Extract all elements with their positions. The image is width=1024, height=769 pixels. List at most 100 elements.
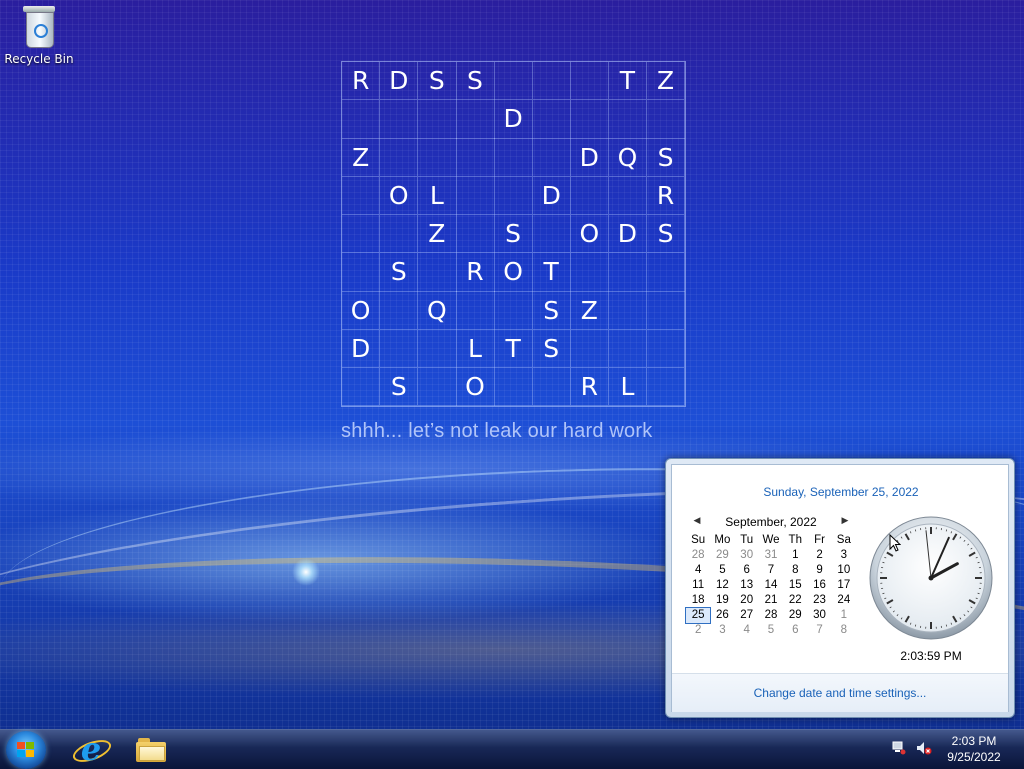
calendar-day[interactable]: 31 — [759, 548, 783, 563]
calendar-day[interactable]: 6 — [783, 623, 807, 638]
calendar-day[interactable]: 10 — [832, 563, 856, 578]
puzzle-cell — [571, 253, 609, 291]
change-date-time-settings-link[interactable]: Change date and time settings... — [672, 686, 1008, 700]
puzzle-cell: D — [609, 215, 647, 253]
puzzle-cell — [571, 177, 609, 215]
taskbar-time: 2:03 PM — [938, 733, 1010, 749]
calendar-day[interactable]: 1 — [783, 548, 807, 563]
network-icon[interactable] — [892, 741, 906, 755]
calendar-day[interactable]: 11 — [686, 578, 710, 593]
puzzle-cell: L — [418, 177, 456, 215]
calendar-day[interactable]: 15 — [783, 578, 807, 593]
calendar-day[interactable]: 20 — [735, 593, 759, 608]
calendar-day[interactable]: 9 — [807, 563, 831, 578]
calendar-day[interactable]: 7 — [807, 623, 831, 638]
puzzle-caption: shhh... let’s not leak our hard work — [341, 420, 701, 443]
puzzle-cell: R — [571, 368, 609, 406]
puzzle-cell — [494, 62, 532, 100]
calendar-month-label[interactable]: September, 2022 — [725, 515, 816, 529]
calendar-day[interactable]: 30 — [735, 548, 759, 563]
calendar-day[interactable]: 30 — [807, 608, 831, 623]
puzzle-cell — [342, 253, 380, 291]
puzzle-cell — [494, 291, 532, 329]
weekday-label: Su — [686, 533, 710, 548]
puzzle-cell — [609, 330, 647, 368]
puzzle-cell — [533, 62, 571, 100]
puzzle-cell — [494, 368, 532, 406]
puzzle-cell: T — [609, 62, 647, 100]
calendar-day[interactable]: 6 — [735, 563, 759, 578]
calendar-day[interactable]: 22 — [783, 593, 807, 608]
weekday-label: Mo — [710, 533, 734, 548]
calendar-day[interactable]: 29 — [783, 608, 807, 623]
calendar-day[interactable]: 16 — [807, 578, 831, 593]
calendar-day[interactable]: 2 — [807, 548, 831, 563]
puzzle-cell — [342, 215, 380, 253]
calendar-day[interactable]: 8 — [783, 563, 807, 578]
puzzle-cell — [418, 330, 456, 368]
calendar-day[interactable]: 18 — [686, 593, 710, 608]
puzzle-cell: O — [494, 253, 532, 291]
calendar-day[interactable]: 3 — [832, 548, 856, 563]
taskbar-file-explorer-button[interactable] — [122, 732, 180, 767]
windows-start-icon[interactable] — [6, 731, 46, 769]
puzzle-cell — [571, 62, 609, 100]
mouse-cursor-icon — [889, 534, 901, 552]
puzzle-cell — [571, 100, 609, 138]
puzzle-cell: Z — [342, 138, 380, 176]
chevron-left-icon[interactable]: ◀ — [690, 515, 704, 529]
calendar-day[interactable]: 13 — [735, 578, 759, 593]
calendar-day[interactable]: 4 — [686, 563, 710, 578]
puzzle-cell — [494, 138, 532, 176]
puzzle-cell — [647, 368, 685, 406]
volume-muted-icon[interactable] — [916, 741, 932, 755]
puzzle-cell: R — [342, 62, 380, 100]
calendar-day[interactable]: 28 — [759, 608, 783, 623]
calendar-day[interactable]: 26 — [710, 608, 734, 623]
calendar-day[interactable]: 1 — [832, 608, 856, 623]
digital-time: 2:03:59 PM — [868, 649, 994, 663]
calendar-day-today[interactable]: 25 — [686, 608, 710, 623]
weekday-label: Tu — [735, 533, 759, 548]
puzzle-cell — [342, 177, 380, 215]
calendar-day[interactable]: 29 — [710, 548, 734, 563]
calendar: ◀ September, 2022 ▶ SuMoTuWeThFrSa 28293… — [686, 515, 856, 638]
puzzle-cell — [609, 253, 647, 291]
calendar-week-row: 28293031123 — [686, 548, 856, 563]
calendar-day[interactable]: 2 — [686, 623, 710, 638]
puzzle-cell — [609, 100, 647, 138]
calendar-day[interactable]: 3 — [710, 623, 734, 638]
calendar-day[interactable]: 17 — [832, 578, 856, 593]
internet-explorer-icon: e — [76, 734, 106, 764]
calendar-day[interactable]: 5 — [759, 623, 783, 638]
calendar-day[interactable]: 8 — [832, 623, 856, 638]
puzzle-cell — [533, 215, 571, 253]
puzzle-cell — [380, 100, 418, 138]
calendar-day[interactable]: 14 — [759, 578, 783, 593]
calendar-day[interactable]: 23 — [807, 593, 831, 608]
calendar-day[interactable]: 27 — [735, 608, 759, 623]
desktop-icon-recycle-bin[interactable]: Recycle Bin — [4, 6, 74, 66]
puzzle-cell — [342, 100, 380, 138]
calendar-day[interactable]: 28 — [686, 548, 710, 563]
puzzle-cell: T — [494, 330, 532, 368]
calendar-day[interactable]: 12 — [710, 578, 734, 593]
taskbar-internet-explorer-button[interactable]: e — [60, 732, 118, 767]
puzzle-cell — [456, 291, 494, 329]
full-date-link[interactable]: Sunday, September 25, 2022 — [672, 485, 1010, 499]
calendar-week-row: 45678910 — [686, 563, 856, 578]
taskbar-clock[interactable]: 2:03 PM 9/25/2022 — [938, 733, 1010, 765]
calendar-day[interactable]: 4 — [735, 623, 759, 638]
calendar-day[interactable]: 19 — [710, 593, 734, 608]
puzzle-cell: L — [609, 368, 647, 406]
analog-clock — [868, 515, 994, 641]
letter-puzzle-grid: RDSSTZDZDQSOLDRZSODSSROTOQSZDLTSSORL — [341, 61, 686, 407]
weekday-label: We — [759, 533, 783, 548]
puzzle-cell: S — [418, 62, 456, 100]
chevron-right-icon[interactable]: ▶ — [838, 515, 852, 529]
calendar-day[interactable]: 21 — [759, 593, 783, 608]
calendar-day[interactable]: 7 — [759, 563, 783, 578]
puzzle-cell: R — [647, 177, 685, 215]
calendar-day[interactable]: 24 — [832, 593, 856, 608]
calendar-day[interactable]: 5 — [710, 563, 734, 578]
